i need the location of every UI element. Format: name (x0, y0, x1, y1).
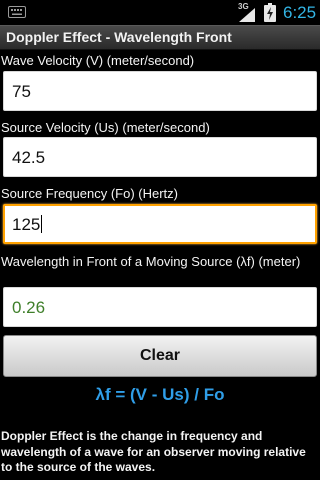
signal-indicator: 3G (238, 2, 256, 23)
source-frequency-label: Source Frequency (Fo) (Hertz) (1, 186, 178, 201)
battery-charging-icon (264, 3, 276, 22)
source-frequency-value: 125 (12, 215, 41, 234)
wave-velocity-label: Wave Velocity (V) (meter/second) (1, 53, 195, 68)
text-cursor (41, 215, 43, 233)
source-velocity-input[interactable]: 42.5 (3, 137, 317, 177)
wavelength-value: 0.26 (12, 298, 46, 317)
clock: 6:25 (283, 3, 317, 22)
clear-button[interactable]: Clear (3, 335, 317, 377)
source-velocity-label: Source Velocity (Us) (meter/second) (1, 120, 210, 135)
app-title: Doppler Effect - Wavelength Front (6, 29, 232, 45)
wave-velocity-input[interactable]: 75 (3, 71, 317, 111)
wavelength-label: Wavelength in Front of a Moving Source (… (1, 254, 301, 269)
formula-text: λf = (V - Us) / Fo (95, 385, 225, 404)
keyboard-icon (8, 6, 26, 18)
source-velocity-value: 42.5 (12, 148, 46, 167)
wavelength-result-field[interactable]: 0.26 (3, 287, 317, 327)
wave-velocity-value: 75 (12, 82, 31, 101)
description-text: Doppler Effect is the change in frequenc… (1, 429, 306, 474)
status-bar: 3G 6:25 (0, 0, 320, 25)
source-frequency-input[interactable]: 125 (3, 204, 317, 244)
signal-icon (239, 8, 255, 22)
title-bar: Doppler Effect - Wavelength Front (0, 25, 320, 50)
